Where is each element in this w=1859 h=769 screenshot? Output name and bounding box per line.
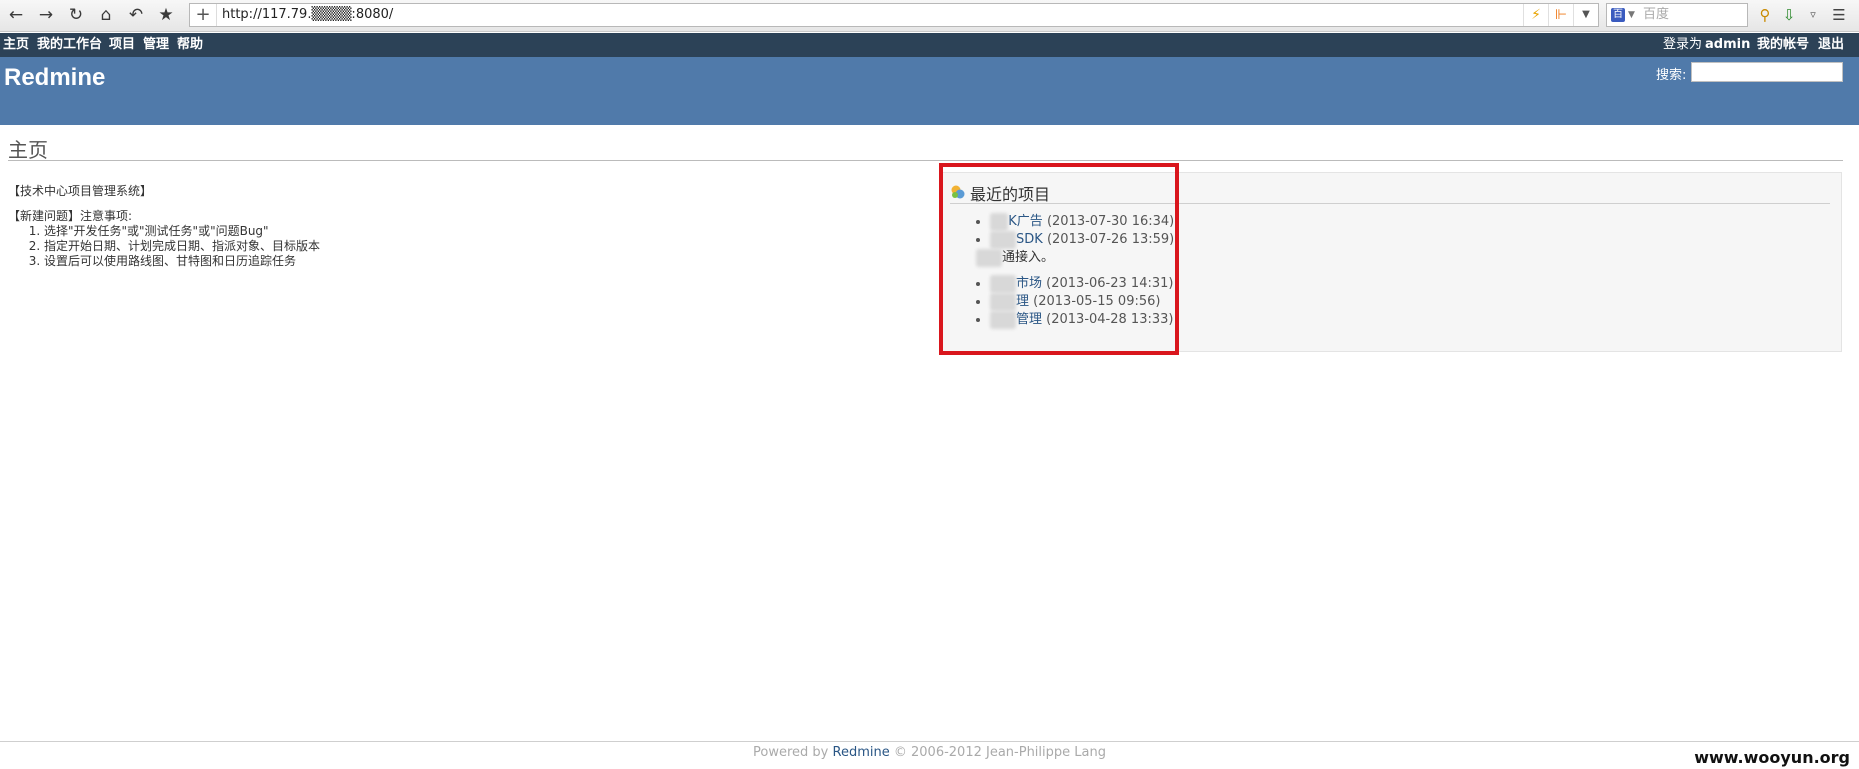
- rss-icon[interactable]: ⊩: [1548, 4, 1573, 26]
- footer-copyright: © 2006-2012 Jean-Philippe Lang: [893, 745, 1106, 760]
- url-tools: ⚡ ⊩ ▼: [1523, 4, 1598, 26]
- baidu-logo-icon[interactable]: 百: [1611, 8, 1625, 22]
- logged-in-label: 登录为: [1663, 37, 1703, 52]
- key-icon[interactable]: ⚲: [1754, 4, 1776, 26]
- menu-item-projects[interactable]: 项目: [109, 33, 135, 57]
- browser-toolbar: ← → ↻ ⌂ ↶ ★ + http://117.79.▒▒▒▒:8080/ ⚡…: [0, 0, 1859, 32]
- forward-icon[interactable]: →: [34, 3, 58, 27]
- watermark: www.wooyun.org: [1694, 748, 1850, 767]
- footer-divider: [0, 741, 1859, 742]
- menu-item-home[interactable]: 主页: [3, 33, 29, 57]
- url-bar[interactable]: + http://117.79.▒▒▒▒:8080/ ⚡ ⊩ ▼: [189, 3, 1599, 27]
- chevron-down-icon[interactable]: ▿: [1802, 4, 1824, 26]
- home-icon[interactable]: ⌂: [94, 3, 118, 27]
- engine-caret-icon[interactable]: ▼: [1628, 4, 1635, 26]
- welcome-text: 【技术中心项目管理系统】 【新建问题】注意事项: 选择"开发任务"或"测试任务"…: [8, 184, 908, 269]
- footer-prefix: Powered by: [753, 745, 829, 760]
- star-icon[interactable]: ★: [154, 3, 178, 27]
- top-menu: 主页 我的工作台 项目 管理 帮助 登录为 admin 我的帐号 退出: [0, 33, 1859, 57]
- menu-item-help[interactable]: 帮助: [177, 33, 203, 57]
- welcome-title: 【技术中心项目管理系统】: [8, 184, 153, 198]
- quick-search-input[interactable]: [1691, 62, 1843, 82]
- site-title[interactable]: Redmine: [4, 64, 105, 92]
- reload-icon[interactable]: ↻: [64, 3, 88, 27]
- list-item: 选择"开发任务"或"测试任务"或"问题Bug": [44, 224, 908, 239]
- footer: Powered by Redmine © 2006-2012 Jean-Phil…: [0, 745, 1859, 760]
- search-label: 搜索:: [1656, 68, 1687, 83]
- menu-item-admin[interactable]: 管理: [143, 33, 169, 57]
- menu-icon[interactable]: ☰: [1828, 4, 1850, 26]
- footer-redmine-link[interactable]: Redmine: [833, 745, 890, 760]
- download-icon[interactable]: ⇩: [1778, 4, 1800, 26]
- menu-item-my-page[interactable]: 我的工作台: [37, 33, 102, 57]
- list-item: 指定开始日期、计划完成日期、指派对象、目标版本: [44, 239, 908, 254]
- chevron-down-icon[interactable]: ▼: [1573, 4, 1598, 26]
- title-divider: [8, 160, 1843, 161]
- notes-title: 【新建问题】注意事项:: [8, 209, 133, 223]
- back-icon[interactable]: ←: [4, 3, 28, 27]
- page-title: 主页: [8, 138, 48, 162]
- highlight-annotation: [939, 163, 1179, 355]
- plus-icon[interactable]: +: [190, 4, 217, 26]
- notes-list: 选择"开发任务"或"测试任务"或"问题Bug" 指定开始日期、计划完成日期、指派…: [8, 224, 908, 269]
- search-engine-box[interactable]: 百 ▼ 百度: [1606, 3, 1748, 27]
- header: Redmine 搜索:: [0, 57, 1859, 125]
- menu-item-logout[interactable]: 退出: [1818, 33, 1844, 57]
- lightning-icon[interactable]: ⚡: [1523, 4, 1548, 26]
- logged-in-user[interactable]: admin: [1705, 33, 1750, 57]
- menu-item-my-account[interactable]: 我的帐号: [1757, 33, 1809, 57]
- url-text[interactable]: http://117.79.▒▒▒▒:8080/: [222, 4, 393, 26]
- undo-icon[interactable]: ↶: [124, 3, 148, 27]
- search-engine-placeholder[interactable]: 百度: [1643, 4, 1669, 26]
- list-item: 设置后可以使用路线图、甘特图和日历追踪任务: [44, 254, 908, 269]
